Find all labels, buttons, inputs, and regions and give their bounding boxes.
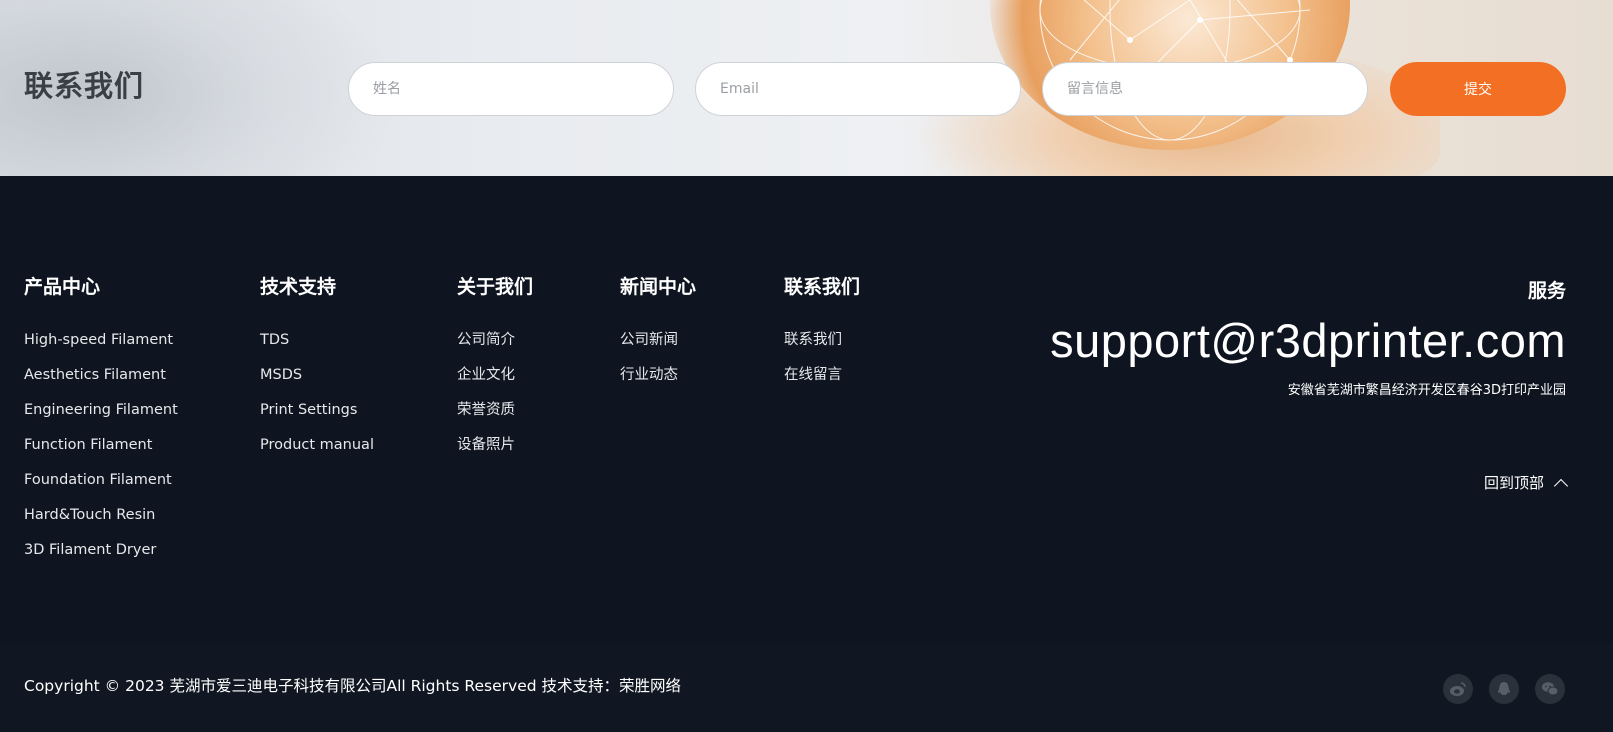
footer-column-news: 新闻中心 公司新闻 行业动态: [620, 274, 696, 400]
footer-link[interactable]: 设备照片: [457, 435, 533, 470]
footer-column-products: 产品中心 High-speed Filament Aesthetics Fila…: [24, 274, 178, 575]
copyright-text: Copyright © 2023 芜湖市爱三迪电子科技有限公司All Right…: [24, 677, 681, 695]
contact-band: 联系我们 提交: [0, 0, 1613, 176]
column-title: 联系我们: [784, 276, 861, 298]
footer-link[interactable]: Aesthetics Filament: [24, 365, 178, 400]
weibo-icon[interactable]: [1443, 674, 1473, 704]
footer-link[interactable]: 公司简介: [457, 330, 533, 365]
column-title: 技术支持: [260, 276, 337, 298]
column-title: 新闻中心: [620, 276, 697, 298]
footer-link[interactable]: Engineering Filament: [24, 400, 178, 435]
back-to-top-label: 回到顶部: [1483, 474, 1544, 492]
footer-link[interactable]: 公司新闻: [620, 330, 696, 365]
wechat-icon[interactable]: [1535, 674, 1565, 704]
footer-link[interactable]: Function Filament: [24, 435, 178, 470]
email-input[interactable]: [695, 62, 1021, 116]
footer-link[interactable]: 3D Filament Dryer: [24, 540, 178, 575]
footer-link[interactable]: 企业文化: [457, 365, 533, 400]
footer-column-about: 关于我们 公司简介 企业文化 荣誉资质 设备照片: [457, 274, 533, 470]
footer-column-contact: 联系我们 联系我们 在线留言: [784, 274, 860, 400]
footer-link[interactable]: 联系我们: [784, 330, 860, 365]
service-email[interactable]: support@r3dprinter.com: [1050, 311, 1566, 371]
footer-column-support: 技术支持 TDS MSDS Print Settings Product man…: [260, 274, 374, 470]
footer-link[interactable]: Product manual: [260, 435, 374, 470]
footer-link[interactable]: MSDS: [260, 365, 374, 400]
message-input[interactable]: [1042, 62, 1368, 116]
footer-link[interactable]: Print Settings: [260, 400, 374, 435]
footer-link[interactable]: High-speed Filament: [24, 330, 178, 365]
column-title: 产品中心: [24, 276, 101, 298]
footer-link[interactable]: 荣誉资质: [457, 400, 533, 435]
bottom-bar: Copyright © 2023 芜湖市爱三迪电子科技有限公司All Right…: [0, 644, 1613, 732]
footer-link[interactable]: Foundation Filament: [24, 470, 178, 505]
footer-link[interactable]: TDS: [260, 330, 374, 365]
company-address: 安徽省芜湖市繁昌经济开发区春谷3D打印产业园: [1287, 383, 1566, 398]
service-title: 服务: [1527, 280, 1566, 302]
contact-title: 联系我们: [24, 69, 145, 103]
column-title: 关于我们: [457, 276, 534, 298]
qq-icon[interactable]: [1489, 674, 1519, 704]
chevron-up-icon: [1553, 478, 1569, 493]
footer-link[interactable]: 行业动态: [620, 365, 696, 400]
footer-link[interactable]: Hard&Touch Resin: [24, 505, 178, 540]
name-input[interactable]: [348, 62, 674, 116]
footer: 产品中心 High-speed Filament Aesthetics Fila…: [0, 176, 1613, 644]
footer-link[interactable]: 在线留言: [784, 365, 860, 400]
submit-button[interactable]: 提交: [1390, 62, 1566, 116]
back-to-top-button[interactable]: 回到顶部: [1483, 472, 1569, 493]
